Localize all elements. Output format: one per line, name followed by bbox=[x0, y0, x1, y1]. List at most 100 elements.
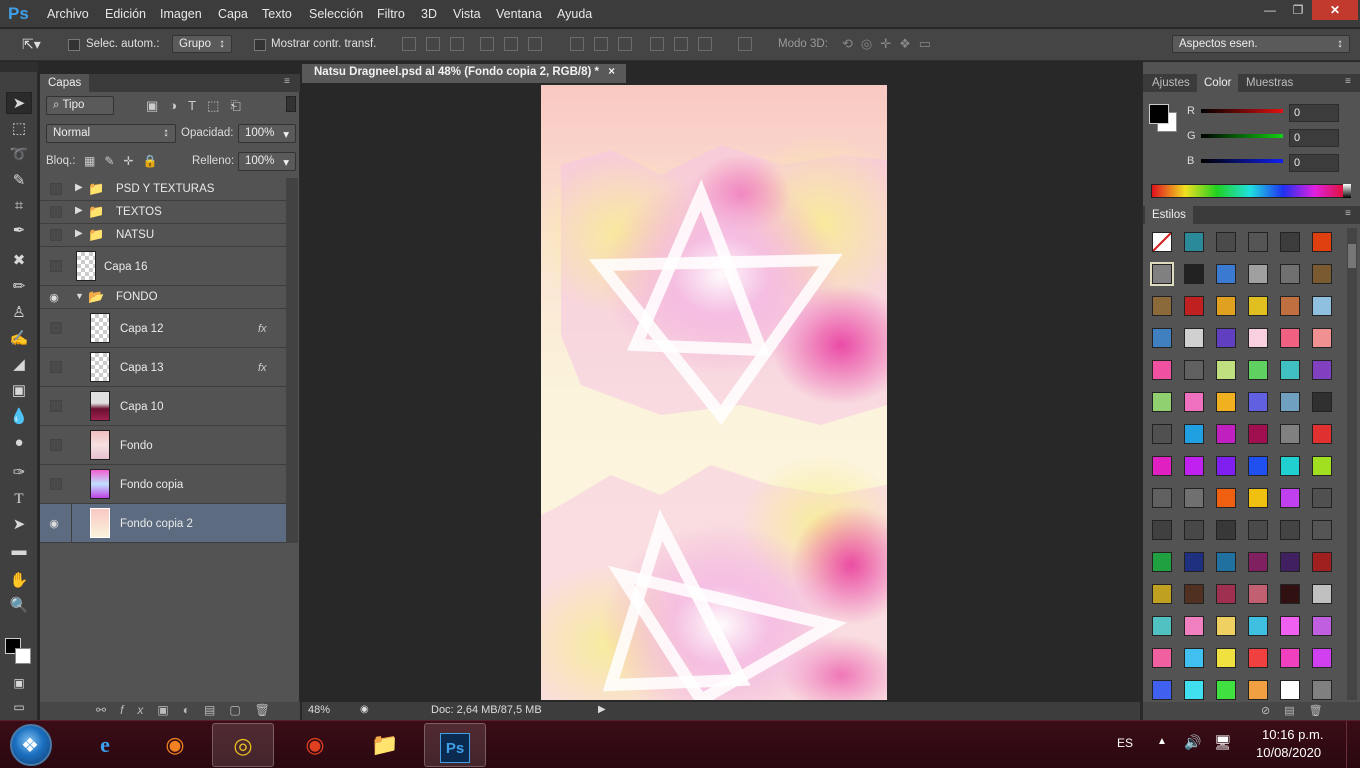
close-tab-icon[interactable]: × bbox=[608, 66, 615, 78]
style-swatch[interactable] bbox=[1216, 616, 1236, 636]
b-slider[interactable] bbox=[1201, 159, 1283, 163]
style-swatch[interactable] bbox=[1280, 296, 1300, 316]
style-swatch[interactable] bbox=[1216, 424, 1236, 444]
style-swatch[interactable] bbox=[1184, 232, 1204, 252]
style-swatch[interactable] bbox=[1312, 424, 1332, 444]
menu-3d[interactable]: 3D bbox=[421, 7, 437, 21]
style-swatch[interactable] bbox=[1184, 328, 1204, 348]
layer-row[interactable]: ▶ 📁 TEXTOS bbox=[40, 201, 286, 224]
color-spectrum[interactable] bbox=[1151, 184, 1349, 198]
background-color-swatch[interactable] bbox=[15, 648, 31, 664]
style-swatch[interactable] bbox=[1216, 328, 1236, 348]
marquee-tool-icon[interactable]: ⬚ bbox=[6, 118, 32, 140]
align-hcenter-icon[interactable] bbox=[504, 37, 518, 51]
network-icon[interactable]: 🖥 bbox=[1214, 734, 1232, 751]
align-bottom-icon[interactable] bbox=[450, 37, 464, 51]
style-swatch[interactable] bbox=[1184, 456, 1204, 476]
eyedropper-tool-icon[interactable]: ✒ bbox=[6, 220, 32, 242]
menu-imagen[interactable]: Imagen bbox=[160, 7, 202, 21]
clock-date[interactable]: 10/08/2020 bbox=[1256, 745, 1321, 760]
layer-row[interactable]: Capa 13 fx bbox=[40, 348, 286, 387]
style-swatch[interactable] bbox=[1280, 488, 1300, 508]
style-swatch[interactable] bbox=[1184, 488, 1204, 508]
layer-row[interactable]: Fondo bbox=[40, 426, 286, 465]
visibility-toggle[interactable] bbox=[50, 400, 62, 412]
style-swatch[interactable] bbox=[1248, 680, 1268, 700]
style-swatch[interactable] bbox=[1152, 456, 1172, 476]
visibility-toggle[interactable] bbox=[50, 229, 62, 241]
visibility-toggle[interactable] bbox=[50, 478, 62, 490]
minimize-icon[interactable]: — bbox=[1256, 0, 1284, 20]
rectangle-tool-icon[interactable]: ▬ bbox=[6, 540, 32, 562]
style-swatch[interactable] bbox=[1248, 328, 1268, 348]
layer-row[interactable]: ▶ 📁 PSD Y TEXTURAS bbox=[40, 178, 286, 201]
style-swatch[interactable] bbox=[1248, 520, 1268, 540]
style-swatch[interactable] bbox=[1184, 616, 1204, 636]
r-value[interactable]: 0 bbox=[1289, 104, 1339, 122]
style-swatch[interactable] bbox=[1312, 328, 1332, 348]
style-swatch[interactable] bbox=[1216, 456, 1236, 476]
opacity-field[interactable]: 100% ▾ bbox=[238, 124, 296, 143]
close-window-icon[interactable]: ✕ bbox=[1312, 0, 1358, 20]
menu-edicion[interactable]: Edición bbox=[105, 7, 146, 21]
style-swatch[interactable] bbox=[1248, 456, 1268, 476]
layer-filter-dropdown[interactable]: ⌕ Tipo bbox=[46, 96, 114, 115]
status-info-icon[interactable]: ◉ bbox=[360, 704, 369, 715]
style-swatch[interactable] bbox=[1216, 552, 1236, 572]
style-swatch[interactable] bbox=[1312, 552, 1332, 572]
style-swatch[interactable] bbox=[1248, 392, 1268, 412]
show-hidden-icons[interactable]: ▲ bbox=[1157, 736, 1167, 747]
dodge-tool-icon[interactable]: ● bbox=[6, 432, 32, 454]
scroll-thumb[interactable] bbox=[1348, 244, 1356, 268]
style-swatch[interactable] bbox=[1184, 392, 1204, 412]
align-right-icon[interactable] bbox=[528, 37, 542, 51]
b-value[interactable]: 0 bbox=[1289, 154, 1339, 172]
workspace-dropdown[interactable]: Aspectos esen. ↕ bbox=[1172, 35, 1350, 53]
style-swatch[interactable] bbox=[1312, 680, 1332, 700]
hand-tool-icon[interactable]: ✋ bbox=[6, 570, 32, 592]
layer-row[interactable]: Capa 16 bbox=[40, 247, 286, 286]
distribute-top-icon[interactable] bbox=[570, 37, 584, 51]
spectrum-bw[interactable] bbox=[1343, 184, 1351, 198]
blend-mode-dropdown[interactable]: Normal ↕ bbox=[46, 124, 176, 143]
panel-menu-icon[interactable]: ≡ bbox=[1345, 208, 1351, 219]
style-swatch[interactable] bbox=[1152, 552, 1172, 572]
layer-row[interactable]: ▶ 📁 NATSU bbox=[40, 224, 286, 247]
move-tool-icon[interactable]: ⇱▾ bbox=[22, 36, 41, 53]
language-indicator[interactable]: ES bbox=[1117, 736, 1133, 750]
style-swatch[interactable] bbox=[1312, 264, 1332, 284]
style-swatch[interactable] bbox=[1280, 392, 1300, 412]
style-swatch[interactable] bbox=[1152, 520, 1172, 540]
style-swatch[interactable] bbox=[1280, 424, 1300, 444]
style-swatch[interactable] bbox=[1248, 616, 1268, 636]
fx-icon[interactable]: fx bbox=[258, 362, 267, 374]
style-swatch[interactable] bbox=[1312, 488, 1332, 508]
style-swatch[interactable] bbox=[1184, 424, 1204, 444]
show-transform-checkbox[interactable] bbox=[254, 39, 266, 51]
style-swatch[interactable] bbox=[1248, 584, 1268, 604]
panel-menu-icon[interactable]: ≡ bbox=[284, 76, 290, 87]
menu-vista[interactable]: Vista bbox=[453, 7, 481, 21]
style-swatch[interactable] bbox=[1248, 424, 1268, 444]
clone-stamp-tool-icon[interactable]: ♙ bbox=[6, 302, 32, 324]
style-swatch[interactable] bbox=[1216, 392, 1236, 412]
history-brush-tool-icon[interactable]: ✍ bbox=[6, 328, 32, 350]
style-swatch[interactable] bbox=[1280, 648, 1300, 668]
layer-filter-icons[interactable]: ▣◑T⬚⎗ bbox=[146, 98, 252, 114]
firefox-icon[interactable]: ◉ bbox=[144, 723, 206, 767]
distribute-hcenter-icon[interactable] bbox=[674, 37, 688, 51]
distribute-bottom-icon[interactable] bbox=[618, 37, 632, 51]
styles-scrollbar[interactable] bbox=[1347, 228, 1357, 700]
collapse-arrow-icon[interactable]: ▼ bbox=[75, 291, 84, 301]
distribute-right-icon[interactable] bbox=[698, 37, 712, 51]
style-swatch[interactable] bbox=[1216, 520, 1236, 540]
tab-adjustments[interactable]: Ajustes bbox=[1145, 74, 1197, 92]
layer-row[interactable]: ◉ ▼ 📂 FONDO bbox=[40, 286, 286, 309]
visibility-toggle[interactable] bbox=[50, 439, 62, 451]
style-swatch[interactable] bbox=[1312, 648, 1332, 668]
filter-toggle[interactable] bbox=[286, 96, 296, 112]
show-desktop-button[interactable] bbox=[1346, 721, 1360, 768]
visibility-toggle[interactable] bbox=[50, 260, 62, 272]
auto-select-checkbox[interactable] bbox=[68, 39, 80, 51]
menu-seleccion[interactable]: Selección bbox=[309, 7, 363, 21]
